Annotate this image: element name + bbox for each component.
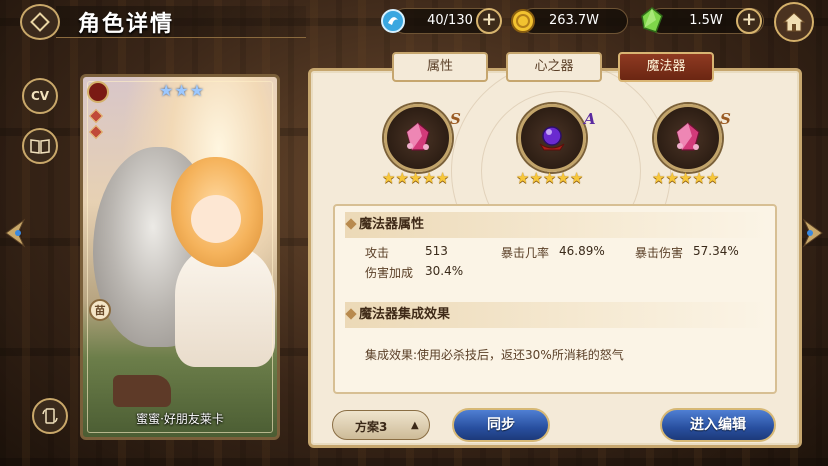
plan-dropdown[interactable]: 方案3 ▲	[332, 410, 430, 440]
back-icon	[30, 12, 50, 32]
cv-button[interactable]: CV	[22, 78, 58, 114]
star-icon: ★	[678, 169, 693, 187]
stat-label: 伤害加成	[365, 266, 414, 280]
book-icon	[30, 139, 50, 154]
tab-magic-artifact[interactable]: 魔法器	[618, 52, 714, 82]
cv-label: CV	[30, 89, 50, 103]
stat-value: 30.4%	[425, 264, 464, 278]
tab-label: 魔法器	[646, 59, 686, 74]
star-icon: ★	[705, 169, 720, 187]
home-icon	[783, 12, 805, 32]
tab-attributes[interactable]: 属性	[392, 52, 488, 82]
artifact-slot[interactable]: S ★ ★ ★ ★ ★	[382, 104, 461, 194]
star-icon: ★	[516, 169, 530, 187]
stamina-icon	[381, 9, 405, 33]
tab-label: 属性	[426, 59, 453, 74]
rotate-icon	[42, 408, 58, 424]
sync-button[interactable]: 同步	[452, 408, 550, 442]
back-button[interactable]	[20, 4, 60, 40]
card-star-icon: ★	[189, 81, 205, 100]
stat-value: 46.89%	[559, 244, 605, 258]
artifact-attributes-heading: 魔法器属性	[345, 212, 769, 238]
pink-crystal-icon	[676, 122, 700, 151]
artifact-slot[interactable]: A ★ ★ ★ ★ ★	[516, 104, 596, 194]
stat-label: 攻击	[365, 246, 390, 260]
artifact-grade: S	[450, 110, 461, 128]
green-gem-icon	[641, 7, 663, 33]
pink-crystal-icon	[406, 122, 430, 151]
stat-label: 暴击几率	[501, 246, 550, 260]
star-icon: ★	[395, 169, 409, 187]
card-name: 蜜蜜·好朋友莱卡	[136, 412, 224, 426]
artifact-grade: S	[720, 110, 731, 128]
gold-counter: 263.7W	[520, 8, 628, 34]
star-icon: ★	[665, 169, 679, 187]
top-bar: 角色详情 40/130 + 263.7W 1.5W +	[0, 0, 828, 44]
tab-label: 心之器	[534, 59, 574, 74]
caret-up-icon: ▲	[411, 420, 419, 431]
enter-edit-button[interactable]: 进入编辑	[660, 408, 776, 442]
stat-value: 513	[425, 244, 448, 258]
card-star-rating: ★ ★ ★	[159, 81, 204, 100]
set-effect-text: 集成效果:使用必杀技后，返还30%所消耗的怒气	[365, 348, 624, 362]
gold-coin-icon	[511, 9, 535, 33]
add-stamina-button[interactable]: +	[476, 8, 502, 34]
previous-character-arrow[interactable]	[4, 218, 26, 248]
fire-element-icon	[87, 81, 109, 103]
artifact-star-rating: ★ ★ ★ ★ ★	[516, 170, 583, 186]
flip-card-button[interactable]	[32, 398, 68, 434]
artifact-grade: A	[584, 110, 596, 128]
artifact-star-rating: ★ ★ ★ ★ ★	[652, 170, 719, 186]
stat-label: 暴击伤害	[635, 246, 684, 260]
tab-heart-vessel[interactable]: 心之器	[506, 52, 602, 82]
character-card[interactable]: ★ ★ ★ 苗 蜜蜜·好朋友莱卡	[80, 74, 280, 440]
card-star-icon: ★	[174, 81, 189, 100]
add-gems-button[interactable]: +	[736, 8, 762, 34]
star-icon: ★	[382, 169, 396, 187]
star-icon: ★	[569, 169, 584, 187]
plan-label: 方案3	[355, 420, 388, 434]
stat-value: 57.34%	[693, 244, 739, 258]
artifact-star-rating: ★ ★ ★ ★ ★	[382, 170, 449, 186]
purple-orb-icon	[539, 126, 565, 151]
star-icon: ★	[652, 169, 666, 187]
gold-value: 263.7W	[548, 13, 600, 28]
star-icon: ★	[422, 169, 436, 187]
home-button[interactable]	[774, 2, 814, 42]
story-book-button[interactable]	[22, 128, 58, 164]
faction-badge: 苗	[89, 299, 111, 321]
star-icon: ★	[692, 169, 706, 187]
star-icon: ★	[435, 169, 450, 187]
next-character-arrow[interactable]	[802, 218, 824, 248]
set-effect-heading: 魔法器集成效果	[345, 302, 769, 328]
card-star-icon: ★	[159, 81, 174, 100]
star-icon: ★	[529, 169, 543, 187]
card-frame	[87, 81, 273, 433]
star-icon: ★	[408, 169, 423, 187]
page-title: 角色详情	[78, 12, 175, 37]
artifact-slot[interactable]: S ★ ★ ★ ★ ★	[652, 104, 731, 194]
star-icon: ★	[542, 169, 557, 187]
artifact-attribute-box: 魔法器属性 攻击 513 暴击几率 46.89% 暴击伤害 57.34% 伤害加…	[333, 204, 777, 394]
star-icon: ★	[556, 169, 570, 187]
